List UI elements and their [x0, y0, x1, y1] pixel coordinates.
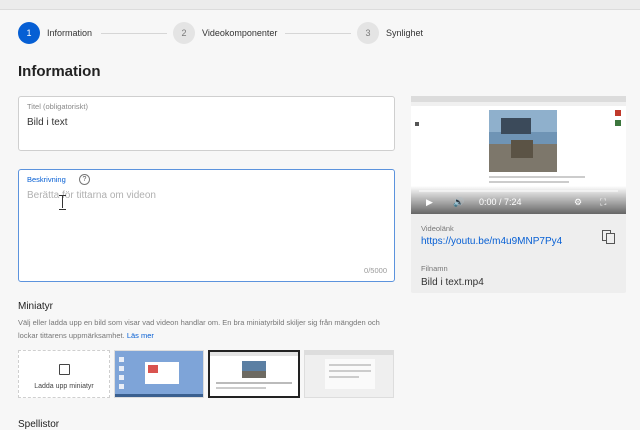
thumbnail-option-2-selected[interactable]: [208, 350, 300, 398]
title-field-label: Titel (obligatoriskt): [27, 102, 88, 111]
filename-value: Bild i text.mp4: [421, 277, 484, 288]
help-icon[interactable]: ?: [79, 174, 90, 185]
thumbnail-option-3[interactable]: [304, 350, 394, 398]
step-label: Information: [47, 28, 93, 38]
volume-icon[interactable]: 🔊: [453, 197, 464, 208]
upload-thumbnail-label: Ladda upp miniatyr: [34, 383, 94, 390]
character-counter: 0/5000: [364, 266, 387, 275]
text-cursor-icon: [59, 195, 66, 210]
play-icon[interactable]: ▶: [426, 197, 433, 208]
thumbnail-3-image: [305, 351, 393, 397]
playlists-section-title: Spellistor: [18, 419, 60, 430]
video-link-label: Videolänk: [421, 224, 454, 233]
thumbnail-option-1[interactable]: [114, 350, 204, 398]
thumbnail-2-image: [210, 352, 298, 396]
thumbnail-section-title: Miniatyr: [18, 301, 54, 312]
step-connector: [101, 33, 167, 34]
filename-label: Filnamn: [421, 264, 448, 273]
browser-top-bar: [0, 0, 640, 10]
thumbnail-description-text: Välj eller ladda upp en bild som visar v…: [18, 318, 380, 340]
upload-thumbnail-button[interactable]: Ladda upp miniatyr: [18, 350, 110, 398]
step-information[interactable]: 1 Information: [18, 22, 92, 44]
video-preview-panel: ▶ 🔊 0:00 / 7:24 ⚙ ⛶ Videolänk https://yo…: [411, 96, 626, 293]
learn-more-link[interactable]: Läs mer: [127, 331, 154, 340]
description-field[interactable]: Beskrivning ? Berätta för tittarna om vi…: [18, 169, 395, 282]
page-title: Information: [18, 63, 101, 80]
step-number: 2: [173, 22, 195, 44]
video-link[interactable]: https://youtu.be/m4u9MNP7Py4: [421, 236, 562, 247]
step-label: Synlighet: [386, 28, 424, 38]
description-placeholder[interactable]: Berätta för tittarna om videon: [27, 190, 156, 201]
upload-stepper: 1 Information 2 Videokomponenter 3 Synli…: [0, 10, 640, 56]
step-connector: [285, 33, 351, 34]
thumbnail-section-description: Välj eller ladda upp en bild som visar v…: [18, 317, 398, 342]
copy-icon[interactable]: [602, 230, 616, 244]
step-label: Videokomponenter: [202, 28, 278, 38]
video-progress-bar[interactable]: [419, 190, 618, 192]
fullscreen-icon[interactable]: ⛶: [600, 197, 606, 208]
step-number: 1: [18, 22, 40, 44]
video-time: 0:00 / 7:24: [479, 197, 522, 207]
description-field-label: Beskrivning: [27, 175, 66, 184]
add-image-icon: [59, 364, 70, 375]
video-player[interactable]: ▶ 🔊 0:00 / 7:24 ⚙ ⛶: [411, 96, 626, 214]
title-field-value[interactable]: Bild i text: [27, 117, 68, 128]
thumbnail-options: Ladda upp miniatyr: [18, 348, 395, 400]
step-visibility[interactable]: 3 Synlighet: [357, 22, 423, 44]
settings-gear-icon[interactable]: ⚙: [574, 197, 582, 208]
thumbnail-1-image: [115, 351, 203, 397]
step-video-components[interactable]: 2 Videokomponenter: [173, 22, 277, 44]
step-number: 3: [357, 22, 379, 44]
title-field[interactable]: Titel (obligatoriskt) Bild i text: [18, 96, 395, 151]
